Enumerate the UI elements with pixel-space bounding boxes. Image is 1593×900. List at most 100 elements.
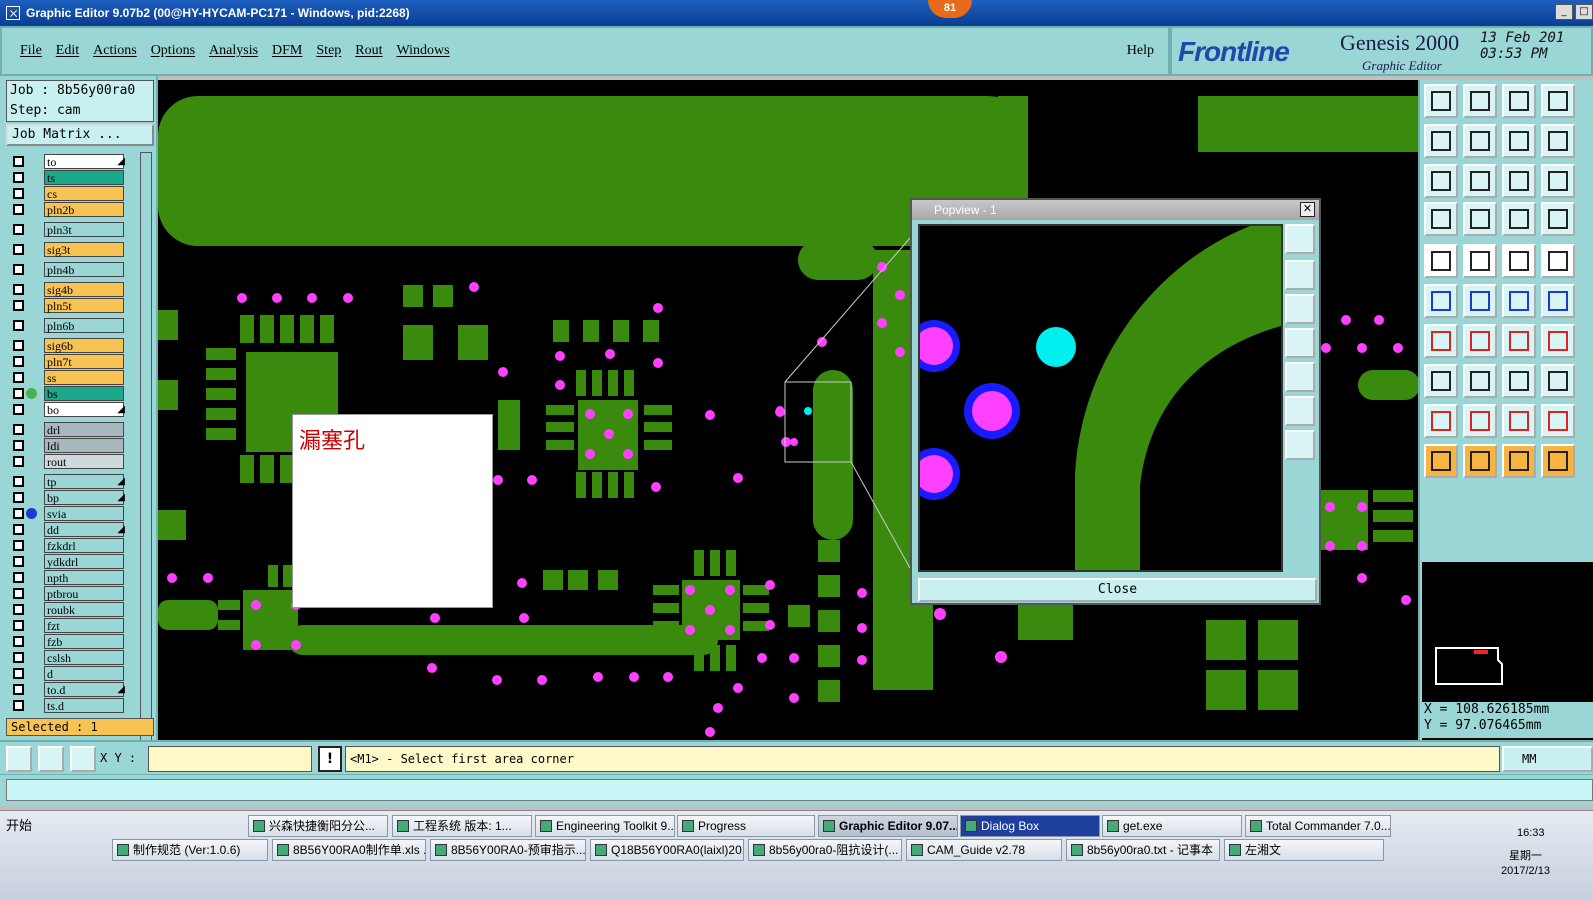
- popview-canvas[interactable]: [918, 224, 1283, 572]
- layer-row[interactable]: bs: [8, 386, 140, 401]
- taskbar-item[interactable]: 8b56y00ra0.txt - 记事本: [1066, 839, 1220, 861]
- layer-row[interactable]: to ◢: [8, 154, 140, 169]
- layer-checkbox[interactable]: [13, 188, 24, 199]
- popview-zoom-in-button[interactable]: [1285, 430, 1315, 460]
- menu-analysis[interactable]: Analysis: [209, 43, 258, 59]
- layer-checkbox[interactable]: [13, 356, 24, 367]
- layer-name[interactable]: ts.d: [44, 698, 124, 713]
- vertex-alt-icon[interactable]: [1541, 284, 1575, 318]
- snap-icon[interactable]: [1502, 202, 1536, 236]
- taskbar-item[interactable]: 制作规范 (Ver:1.0.6): [112, 839, 268, 861]
- layers-settings-icon[interactable]: [1424, 202, 1458, 236]
- layer-row[interactable]: cslsh: [8, 650, 140, 665]
- zoom-house-icon[interactable]: [1502, 84, 1536, 118]
- layer-checkbox[interactable]: [13, 300, 24, 311]
- layer-name[interactable]: d: [44, 666, 124, 681]
- layer-checkbox[interactable]: [13, 320, 24, 331]
- layer-checkbox[interactable]: [13, 264, 24, 275]
- layer-name[interactable]: ydkdrl: [44, 554, 124, 569]
- layer-row[interactable]: pln7t: [8, 354, 140, 369]
- layer-name[interactable]: ss: [44, 370, 124, 385]
- layer-checkbox[interactable]: [13, 636, 24, 647]
- taskbar-item[interactable]: 兴森快捷衡阳分公...: [248, 815, 388, 837]
- layer-name[interactable]: pln6b: [44, 318, 124, 333]
- layer-name[interactable]: ptbrou: [44, 586, 124, 601]
- pointer-icon[interactable]: [1424, 444, 1458, 478]
- layer-name[interactable]: npth: [44, 570, 124, 585]
- minimize-button[interactable]: _: [1555, 4, 1573, 20]
- grid-icon[interactable]: [1463, 202, 1497, 236]
- layer-name[interactable]: dd ◢: [44, 522, 125, 537]
- measure-mode-icon[interactable]: [38, 746, 64, 772]
- select-mode-icon[interactable]: [6, 746, 32, 772]
- layer-checkbox[interactable]: [13, 372, 24, 383]
- popview-zoom-home-button[interactable]: [1285, 224, 1315, 254]
- menu-windows[interactable]: Windows: [397, 43, 450, 59]
- layer-row[interactable]: d: [8, 666, 140, 681]
- layer-checkbox[interactable]: [13, 404, 24, 415]
- pointer-alt-icon[interactable]: [1463, 444, 1497, 478]
- layer-checkbox[interactable]: [13, 684, 24, 695]
- layer-row[interactable]: rout: [8, 454, 140, 469]
- undo-arc-icon[interactable]: [1502, 324, 1536, 358]
- connect-icon[interactable]: [1424, 284, 1458, 318]
- zoom-center-icon[interactable]: [1463, 164, 1497, 198]
- layer-checkbox[interactable]: [13, 556, 24, 567]
- layer-name[interactable]: drl: [44, 422, 124, 437]
- layer-name[interactable]: cs: [44, 186, 124, 201]
- layer-row[interactable]: tp ◢: [8, 474, 140, 489]
- job-matrix-button[interactable]: Job Matrix ...: [6, 124, 154, 146]
- layer-row[interactable]: pln3t: [8, 222, 140, 237]
- pointer-green-icon[interactable]: [1541, 444, 1575, 478]
- taskbar-item[interactable]: Dialog Box: [960, 815, 1100, 837]
- layer-name[interactable]: sig6b: [44, 338, 124, 353]
- menu-step[interactable]: Step: [316, 43, 341, 59]
- layer-row[interactable]: ldi: [8, 438, 140, 453]
- layer-name[interactable]: ldi: [44, 438, 124, 453]
- taskbar-item[interactable]: 8b56y00ra0-阻抗设计(...: [748, 839, 902, 861]
- layer-name[interactable]: pln3t: [44, 222, 124, 237]
- layer-name[interactable]: tp ◢: [44, 474, 125, 489]
- rout-icon[interactable]: [1541, 324, 1575, 358]
- layer-row[interactable]: ts.d: [8, 698, 140, 713]
- popview-pan-left-button[interactable]: [1285, 328, 1315, 358]
- popview-close-button[interactable]: Close: [918, 578, 1317, 602]
- zoom-next-icon[interactable]: [1541, 124, 1575, 158]
- menu-help[interactable]: Help: [1127, 43, 1154, 59]
- layer-checkbox[interactable]: [13, 508, 24, 519]
- layer-row[interactable]: ss: [8, 370, 140, 385]
- layer-name[interactable]: pln7t: [44, 354, 124, 369]
- layer-checkbox[interactable]: [13, 156, 24, 167]
- alert-icon[interactable]: !: [318, 746, 342, 772]
- graphic-display-icon[interactable]: [1424, 244, 1458, 278]
- move-line-icon[interactable]: [1463, 364, 1497, 398]
- layer-row[interactable]: ydkdrl: [8, 554, 140, 569]
- layer-checkbox[interactable]: [13, 620, 24, 631]
- layer-name[interactable]: roubk: [44, 602, 124, 617]
- layer-row[interactable]: ts: [8, 170, 140, 185]
- cross-icon[interactable]: [1463, 284, 1497, 318]
- layer-name[interactable]: pln4b: [44, 262, 124, 277]
- center-icon[interactable]: [1502, 364, 1536, 398]
- layer-name[interactable]: to ◢: [44, 154, 125, 169]
- menu-dfm[interactable]: DFM: [272, 43, 302, 59]
- zoom-home-icon[interactable]: [1424, 84, 1458, 118]
- layer-name[interactable]: bs: [44, 386, 124, 401]
- vertex-icon[interactable]: [1502, 284, 1536, 318]
- layer-checkbox[interactable]: [13, 204, 24, 215]
- menu-edit[interactable]: Edit: [56, 43, 79, 59]
- layer-name[interactable]: sig4b: [44, 282, 124, 297]
- zoom-fit-icon[interactable]: [1424, 164, 1458, 198]
- layer-checkbox[interactable]: [13, 424, 24, 435]
- copy-icon[interactable]: [1541, 364, 1575, 398]
- layer-row[interactable]: drl: [8, 422, 140, 437]
- pan-right-icon[interactable]: [1463, 124, 1497, 158]
- polygon-select-icon[interactable]: [1502, 404, 1536, 438]
- layer-row[interactable]: pln4b: [8, 262, 140, 277]
- layer-row[interactable]: fzb: [8, 634, 140, 649]
- layer-name[interactable]: svia: [44, 506, 124, 521]
- layer-row[interactable]: bo ◢: [8, 402, 140, 417]
- popview-close-icon[interactable]: ✕: [1300, 202, 1315, 217]
- taskbar-item[interactable]: Graphic Editor 9.07...: [818, 815, 958, 837]
- taskbar-item[interactable]: 8B56Y00RA0-预审指示...: [430, 839, 586, 861]
